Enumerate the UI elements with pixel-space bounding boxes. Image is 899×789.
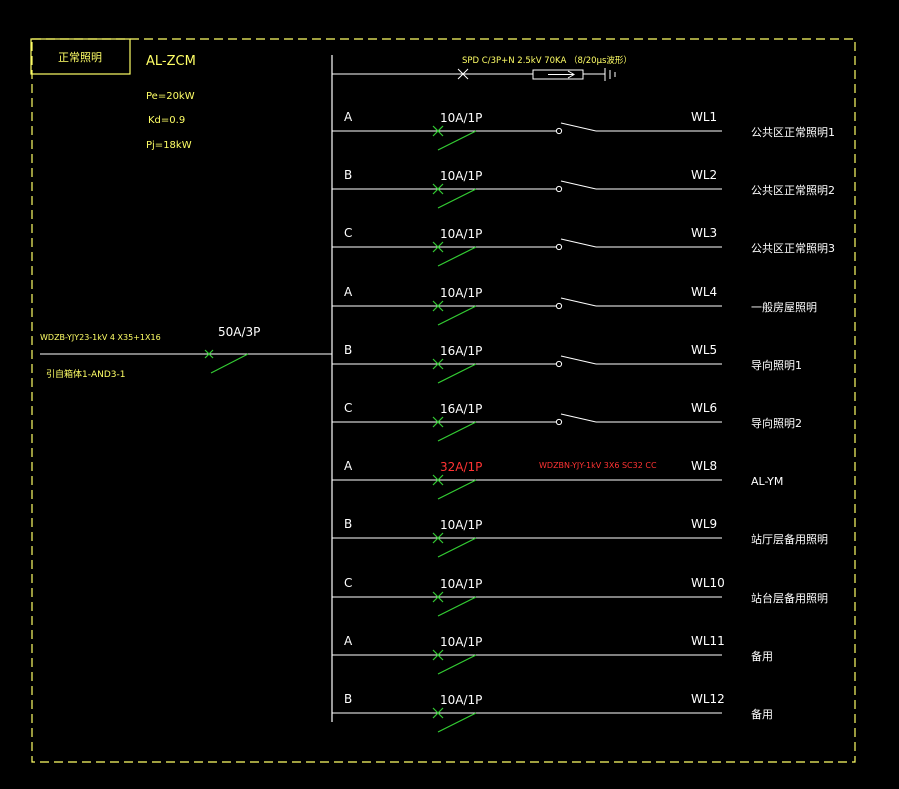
circuit-phase: B (344, 692, 352, 706)
circuit-id: WL10 (691, 576, 725, 590)
circuit-row: A 10A/1P WL1 公共区正常照明1 (332, 110, 835, 151)
panel-title: 正常照明 (58, 51, 102, 64)
circuit-phase: C (344, 576, 352, 590)
circuit-id: WL3 (691, 226, 717, 240)
circuit-cable-label: WDZBN-YJY-1kV 3X6 SC32 CC (539, 461, 657, 470)
circuit-id: WL12 (691, 692, 725, 706)
spd-label: SPD C/3P+N 2.5kV 70KA （8/20μs波形） (462, 55, 632, 66)
circuit-id: WL2 (691, 168, 717, 182)
circuit-id: WL5 (691, 343, 717, 357)
switch-blade (560, 355, 597, 365)
circuit-load: 一般房屋照明 (751, 301, 817, 314)
circuit-load: 站厅层备用照明 (751, 532, 828, 546)
circuit-breaker-rating: 10A/1P (440, 518, 482, 532)
circuit-load: 公共区正常照明3 (751, 242, 835, 255)
breaker-blade (437, 421, 477, 442)
breaker-blade (437, 305, 477, 326)
circuit-row: C 10A/1P WL10 站台层备用照明 (332, 576, 828, 617)
circuit-phase: A (344, 285, 353, 299)
panel-pe: Pe=20kW (146, 91, 195, 102)
switch-blade (560, 413, 597, 423)
breaker-blade (437, 363, 477, 384)
circuit-breaker-rating: 10A/1P (440, 693, 482, 707)
circuits-group: A 10A/1P WL1 公共区正常照明1 B 10A/1P WL2 公共区正常照明2 C 10A… (332, 110, 835, 733)
panel-kd: Kd=0.9 (148, 115, 185, 126)
breaker-blade (437, 537, 477, 558)
spd-branch (332, 68, 616, 81)
single-line-diagram: 正常照明 AL-ZCM Pe=20kW Kd=0.9 Pj=18kW WDZB-… (30, 38, 856, 763)
circuit-row: C 16A/1P WL6 导向照明2 (332, 401, 802, 442)
switch-contact (555, 302, 563, 310)
circuit-breaker-rating: 10A/1P (440, 227, 482, 241)
circuit-load: 导向照明1 (751, 358, 802, 372)
breaker-blade (437, 596, 477, 617)
panel-name: AL-ZCM (146, 54, 196, 69)
circuit-phase: B (344, 168, 352, 182)
switch-blade (560, 238, 597, 248)
incoming-source-label: 引自箱体1-AND3-1 (46, 368, 126, 380)
switch-contact (555, 360, 563, 368)
switch-blade (560, 180, 597, 190)
switch-blade (560, 122, 597, 132)
breaker-blade (437, 479, 477, 500)
circuit-load: 公共区正常照明1 (751, 126, 835, 139)
breaker-blade (437, 712, 477, 733)
incoming-breaker-symbol (204, 349, 249, 374)
circuit-breaker-rating: 10A/1P (440, 286, 482, 300)
switch-contact (555, 243, 563, 251)
circuit-phase: C (344, 226, 352, 240)
switch-blade (560, 297, 597, 307)
circuit-row: A 10A/1P WL11 备用 (332, 634, 773, 675)
circuit-breaker-rating: 10A/1P (440, 111, 482, 125)
circuit-breaker-rating: 16A/1P (440, 344, 482, 358)
circuit-row: B 10A/1P WL2 公共区正常照明2 (332, 168, 835, 209)
breaker-blade (437, 246, 477, 267)
switch-contact (555, 418, 563, 426)
circuit-row: A 32A/1P WDZBN-YJY-1kV 3X6 SC32 CC WL8 AL-YM (332, 459, 783, 500)
switch-contact (555, 127, 563, 135)
circuit-breaker-rating: 10A/1P (440, 169, 482, 183)
circuit-breaker-rating: 10A/1P (440, 577, 482, 591)
switch-contact (555, 185, 563, 193)
incoming-cable-label: WDZB-YJY23-1kV 4 X35+1X16 (40, 333, 161, 342)
circuit-id: WL4 (691, 285, 717, 299)
circuit-phase: A (344, 110, 353, 124)
breaker-blade (437, 130, 477, 151)
circuit-id: WL11 (691, 634, 725, 648)
circuit-row: A 10A/1P WL4 一般房屋照明 (332, 285, 817, 326)
circuit-phase: B (344, 343, 352, 357)
circuit-id: WL9 (691, 517, 717, 531)
circuit-breaker-rating: 32A/1P (440, 460, 482, 474)
breaker-blade (437, 654, 477, 675)
breaker-blade (437, 188, 477, 209)
panel-pj: Pj=18kW (146, 140, 192, 151)
incoming-breaker-label: 50A/3P (218, 325, 260, 339)
circuit-row: B 16A/1P WL5 导向照明1 (332, 343, 802, 384)
circuit-load: 公共区正常照明2 (751, 184, 835, 197)
circuit-breaker-rating: 16A/1P (440, 402, 482, 416)
circuit-phase: A (344, 634, 353, 648)
circuit-load: 导向照明2 (751, 416, 802, 430)
circuit-load: AL-YM (751, 475, 783, 488)
circuit-load: 备用 (751, 649, 773, 663)
circuit-id: WL6 (691, 401, 717, 415)
circuit-load: 备用 (751, 707, 773, 721)
circuit-id: WL8 (691, 459, 717, 473)
circuit-phase: B (344, 517, 352, 531)
circuit-id: WL1 (691, 110, 717, 124)
circuit-breaker-rating: 10A/1P (440, 635, 482, 649)
circuit-row: B 10A/1P WL9 站厅层备用照明 (332, 517, 828, 558)
circuit-phase: A (344, 459, 353, 473)
circuit-phase: C (344, 401, 352, 415)
circuit-load: 站台层备用照明 (751, 591, 828, 605)
circuit-row: B 10A/1P WL12 备用 (332, 692, 773, 733)
circuit-row: C 10A/1P WL3 公共区正常照明3 (332, 226, 835, 267)
